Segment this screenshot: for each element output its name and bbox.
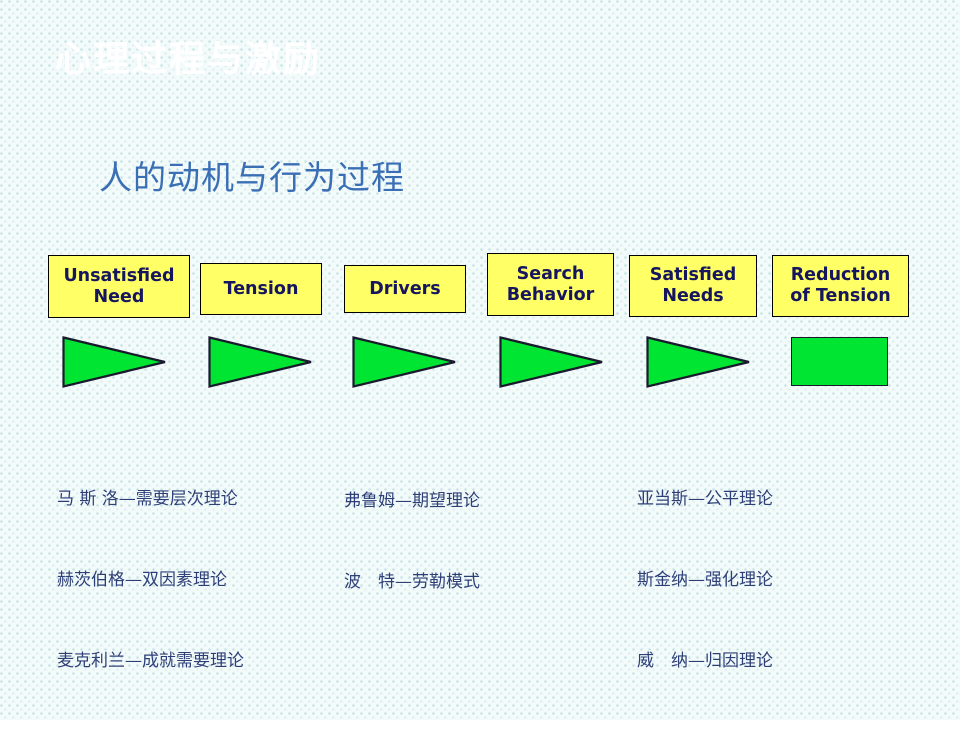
page-title: 人的动机与行为过程 [99,158,405,197]
arrow-triangle-1 [62,336,166,388]
theory-item: 波 特—劳勒模式 [344,572,480,592]
arrow-triangle-3 [352,336,456,388]
theory-item: 弗鲁姆—期望理论 [344,491,480,511]
theory-item: 威 纳—归因理论 [637,651,773,671]
theory-column-content: 马 斯 洛—需要层次理论 赫茨伯格—双因素理论 麦克利兰—成就需要理论 [57,432,244,729]
green-terminator-rectangle [791,337,888,386]
theory-item: 麦克利兰—成就需要理论 [57,651,244,671]
theory-item: 斯金纳—强化理论 [637,570,773,590]
flow-box-unsatisfied-need[interactable]: Unsatisfied Need [48,255,190,318]
slide-header-title: 心理过程与激励 [55,39,322,80]
arrow-triangle-4 [499,336,603,388]
flow-box-satisfied-needs[interactable]: Satisfied Needs [629,255,757,317]
flow-box-drivers[interactable]: Drivers [344,265,466,313]
flow-box-search-behavior[interactable]: Search Behavior [487,253,614,316]
theory-column-reinforcement: 亚当斯—公平理论 斯金纳—强化理论 威 纳—归因理论 [637,432,773,729]
flow-box-tension[interactable]: Tension [200,263,322,315]
theory-column-process: 弗鲁姆—期望理论 波 特—劳勒模式 [344,434,480,650]
arrow-triangle-2 [208,336,312,388]
slide-canvas: 心理过程与激励 人的动机与行为过程 Unsatisfied Need Tensi… [0,0,960,720]
theory-item: 亚当斯—公平理论 [637,489,773,509]
arrow-triangle-5 [646,336,750,388]
theory-item: 马 斯 洛—需要层次理论 [57,489,238,509]
theory-item: 赫茨伯格—双因素理论 [57,570,227,590]
flow-box-reduction-of-tension[interactable]: Reduction of Tension [772,255,909,317]
